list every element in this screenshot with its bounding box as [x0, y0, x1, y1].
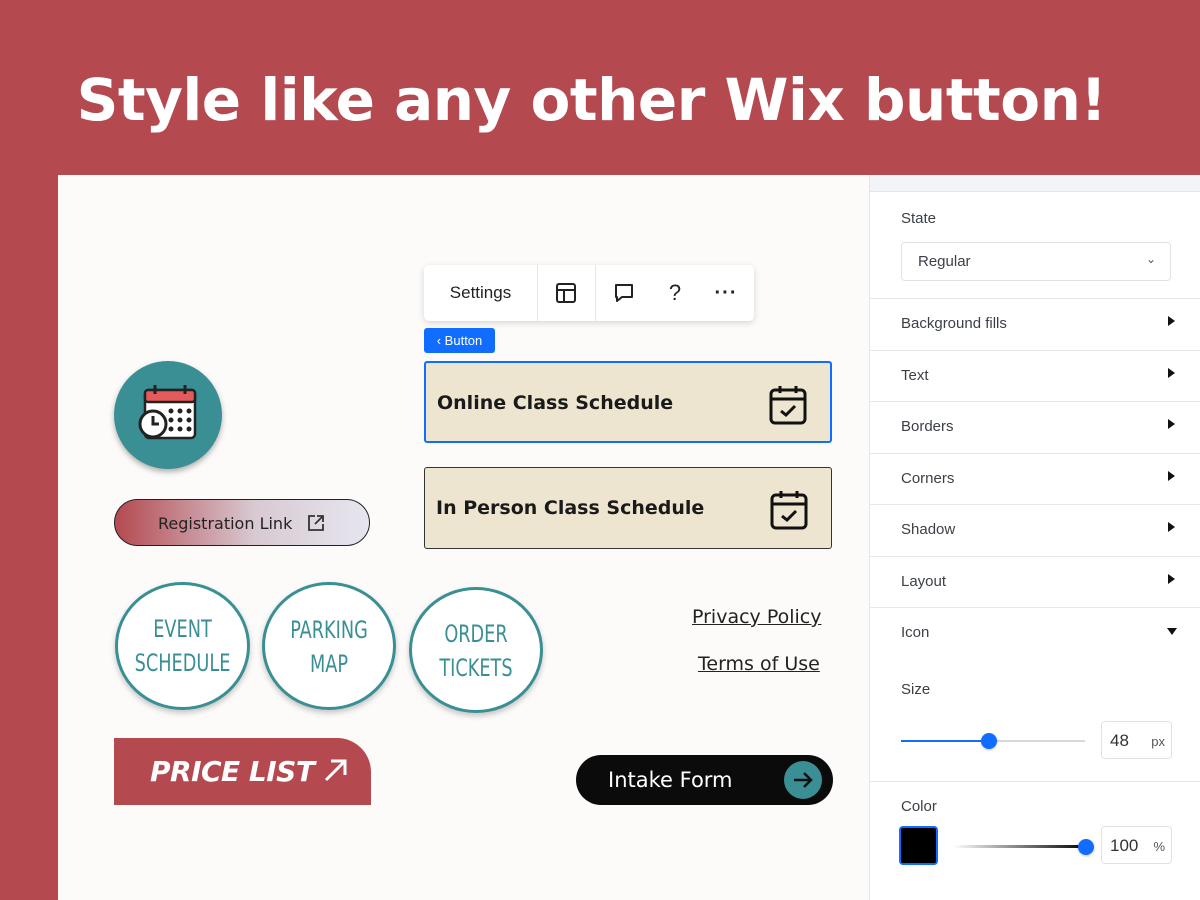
section-shadow[interactable]: Shadow [870, 504, 1200, 555]
chevron-right-icon [1168, 368, 1175, 378]
state-dropdown[interactable]: Regular ⌄ [901, 242, 1171, 281]
chevron-down-icon [1167, 628, 1177, 635]
settings-button[interactable]: Settings [424, 265, 538, 321]
event-schedule-button[interactable]: EVENT SCHEDULE [115, 582, 250, 710]
in-person-class-schedule-button[interactable]: In Person Class Schedule [424, 467, 832, 549]
parking-map-button[interactable]: PARKING MAP [262, 582, 396, 710]
button-label: PRICE LIST [150, 755, 315, 788]
button-label: In Person Class Schedule [436, 497, 705, 519]
icon-size-label: Size [901, 681, 931, 698]
intake-form-button[interactable]: Intake Form [576, 755, 833, 805]
comment-icon [615, 284, 633, 302]
button-label: Intake Form [608, 768, 733, 792]
color-swatch[interactable] [899, 826, 938, 865]
section-borders[interactable]: Borders [870, 401, 1200, 452]
more-button[interactable]: ··· [698, 265, 754, 321]
section-icon[interactable]: Icon [870, 607, 1200, 658]
icon-color-label: Color [901, 798, 937, 815]
button-label-line2: TICKETS [439, 654, 513, 682]
chevron-right-icon [1168, 419, 1175, 429]
calendar-check-icon [769, 386, 807, 425]
chevron-right-icon [1168, 522, 1175, 532]
element-toolbar: Settings ? ··· [424, 265, 754, 321]
section-text[interactable]: Text [870, 350, 1200, 401]
button-label-line2: SCHEDULE [134, 649, 231, 677]
privacy-policy-link[interactable]: Privacy Policy [692, 606, 821, 628]
section-corners[interactable]: Corners [870, 453, 1200, 504]
chevron-down-icon: ⌄ [1145, 252, 1156, 266]
button-label-line2: MAP [309, 650, 349, 678]
opacity-slider-handle[interactable] [1078, 839, 1094, 855]
terms-of-use-link[interactable]: Terms of Use [698, 653, 820, 675]
arrow-up-right-icon [324, 759, 347, 782]
selection-tag[interactable]: ‹ Button [424, 328, 495, 353]
opacity-input[interactable]: 100 % [1101, 826, 1172, 864]
state-label: State [901, 210, 937, 227]
section-background-fills[interactable]: Background fills [870, 298, 1200, 349]
calendar-circle-button[interactable] [114, 361, 222, 469]
section-layout[interactable]: Layout [870, 556, 1200, 607]
button-label: Registration Link [158, 514, 293, 533]
icon-size-slider-handle[interactable] [981, 733, 997, 749]
registration-link-button[interactable]: Registration Link [114, 499, 370, 546]
online-class-schedule-button[interactable]: Online Class Schedule [424, 361, 832, 443]
arrow-right-circle-icon [784, 761, 822, 799]
design-panel: State Regular ⌄ Background fills Text Bo… [869, 175, 1200, 900]
order-tickets-button[interactable]: ORDER TICKETS [409, 587, 543, 713]
external-link-icon [308, 515, 324, 531]
opacity-slider[interactable] [953, 845, 1087, 848]
layout-icon [556, 283, 576, 303]
chevron-right-icon [1168, 471, 1175, 481]
icon-size-input[interactable]: 48 px [1101, 721, 1172, 759]
state-value: Regular [918, 253, 971, 270]
calendar-clock-icon [138, 385, 197, 440]
price-list-button[interactable]: PRICE LIST [114, 738, 371, 805]
help-button[interactable]: ? [652, 265, 698, 321]
button-label-line1: ORDER [444, 620, 508, 648]
chevron-right-icon [1168, 574, 1175, 584]
button-label: Online Class Schedule [437, 392, 674, 414]
layout-button[interactable] [537, 265, 595, 321]
chevron-right-icon [1168, 316, 1175, 326]
banner-title: Style like any other Wix button! [76, 66, 1107, 134]
comment-button[interactable] [596, 265, 652, 321]
button-label-line1: EVENT [153, 615, 212, 643]
button-label-line1: PARKING [290, 616, 368, 644]
calendar-check-icon [770, 491, 808, 530]
